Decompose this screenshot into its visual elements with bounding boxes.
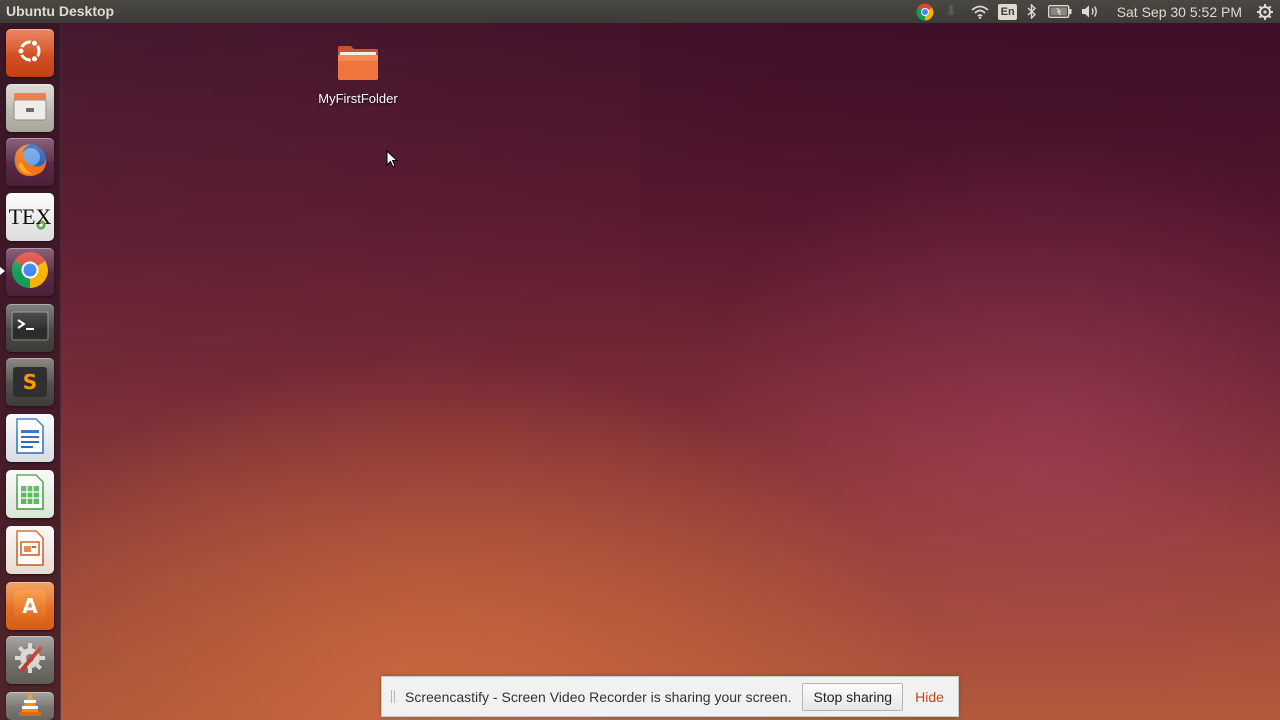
launcher-item-writer[interactable] xyxy=(6,414,54,462)
keyboard-layout-indicator[interactable]: En xyxy=(995,0,1021,23)
ubuntu-dash-icon xyxy=(15,36,45,71)
firefox-icon xyxy=(10,140,50,185)
software-center-icon: A xyxy=(14,590,46,622)
mic-indicator-icon xyxy=(937,0,965,23)
launcher-item-terminal[interactable] xyxy=(6,304,54,352)
running-indicator xyxy=(0,267,5,275)
tex-icon: TEX xyxy=(8,204,52,229)
launcher-item-sublime-text[interactable]: S xyxy=(6,358,54,406)
sharing-message: Screencastify - Screen Video Recorder is… xyxy=(405,688,792,705)
panel-title: Ubuntu Desktop xyxy=(6,3,115,19)
wifi-icon[interactable] xyxy=(965,0,995,23)
stop-sharing-button[interactable]: Stop sharing xyxy=(802,682,904,711)
launcher-item-chrome[interactable] xyxy=(6,248,54,296)
hide-button[interactable]: Hide xyxy=(915,689,944,705)
indicator-area: En Sat Sep 30 5:52 PM xyxy=(913,0,1280,23)
desktop-wallpaper xyxy=(0,0,1280,720)
battery-icon[interactable] xyxy=(1043,0,1077,23)
launcher-item-vlc[interactable] xyxy=(6,692,54,720)
calc-icon xyxy=(15,473,45,515)
top-panel: Ubuntu Desktop En Sat Sep 30 5:52 PM xyxy=(0,0,1280,23)
drag-handle-icon[interactable] xyxy=(391,690,397,703)
launcher-item-software-center[interactable]: A xyxy=(6,582,54,630)
keyboard-layout-label: En xyxy=(998,3,1018,20)
volume-icon[interactable] xyxy=(1077,0,1105,23)
launcher-item-texmaker[interactable]: TEX xyxy=(6,193,54,241)
launcher-item-dash[interactable] xyxy=(6,29,54,77)
clock[interactable]: Sat Sep 30 5:52 PM xyxy=(1117,4,1242,20)
sublime-text-letter: S xyxy=(22,370,38,394)
launcher-item-files[interactable] xyxy=(6,84,54,132)
mouse-cursor-icon xyxy=(386,149,399,173)
launcher-item-calc[interactable] xyxy=(6,470,54,518)
vlc-icon xyxy=(15,692,45,720)
launcher-item-impress[interactable] xyxy=(6,526,54,574)
launcher-item-firefox[interactable] xyxy=(6,138,54,186)
files-icon xyxy=(12,90,48,127)
folder-icon xyxy=(336,44,380,87)
gear-icon[interactable] xyxy=(1250,0,1280,23)
launcher: TEX S A xyxy=(0,23,61,720)
software-center-letter: A xyxy=(22,594,38,618)
bluetooth-icon[interactable] xyxy=(1021,0,1043,23)
screen-sharing-bar: Screencastify - Screen Video Recorder is… xyxy=(381,676,959,717)
sublime-text-icon: S xyxy=(13,367,47,397)
chrome-icon xyxy=(10,250,50,295)
launcher-item-system-settings[interactable] xyxy=(6,636,54,684)
chrome-indicator-icon[interactable] xyxy=(913,0,937,23)
impress-icon xyxy=(15,529,45,571)
desktop-icon-myfirstfolder[interactable]: MyFirstFolder xyxy=(308,44,408,108)
writer-icon xyxy=(15,417,45,459)
desktop-icon-label: MyFirstFolder xyxy=(318,91,398,106)
settings-icon xyxy=(11,639,49,682)
terminal-icon xyxy=(11,311,49,346)
